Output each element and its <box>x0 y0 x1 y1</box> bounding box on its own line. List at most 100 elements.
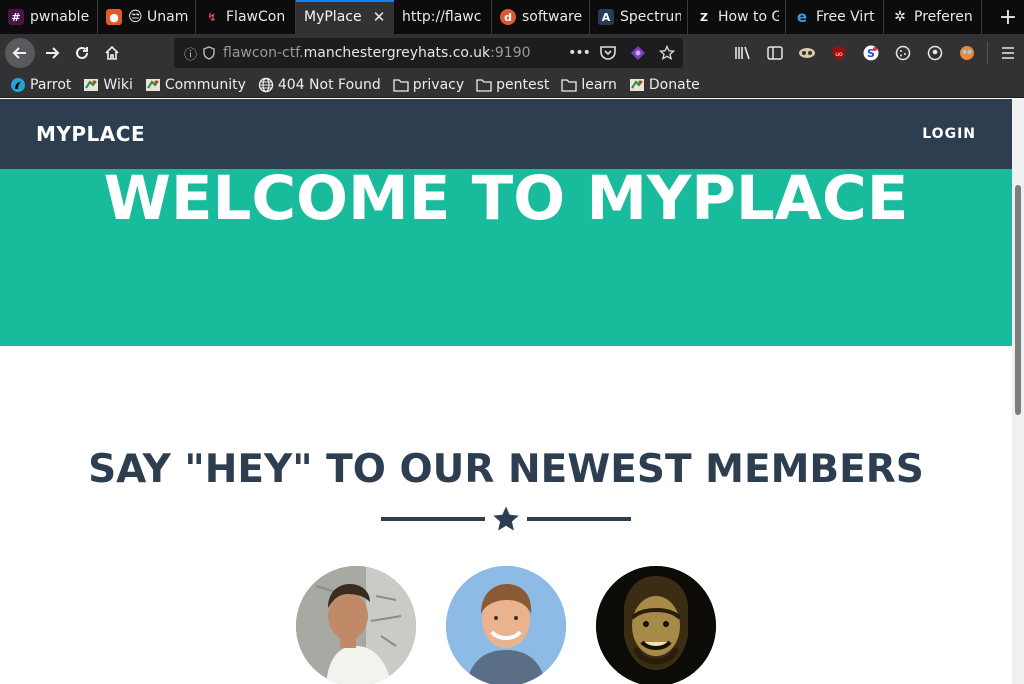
bookmark-404[interactable]: 404 Not Found <box>258 77 381 93</box>
tab-label: Preferen <box>914 9 973 25</box>
bookmark-label: learn <box>581 76 617 93</box>
hero-title: WELCOME TO MYPLACE <box>103 169 909 234</box>
url-domain: manchestergreyhats.co.uk <box>303 45 491 61</box>
member-avatar[interactable] <box>446 566 566 684</box>
tab-label: Free Virt <box>816 9 875 25</box>
ublock-button[interactable]: uo <box>823 38 855 68</box>
arrow-left-icon <box>12 47 26 59</box>
back-button[interactable] <box>5 38 35 68</box>
bookmark-label: Parrot <box>30 76 72 93</box>
bookmark-folder-privacy[interactable]: privacy <box>393 77 464 93</box>
z-icon: Z <box>700 10 708 24</box>
close-tab-icon[interactable]: ✕ <box>370 8 388 26</box>
url-text: flawcon-ctf.manchestergreyhats.co.uk:919… <box>223 45 531 61</box>
bookmark-icon <box>145 77 161 93</box>
toolbar-right: uo S <box>727 34 1024 72</box>
member-avatar[interactable] <box>296 566 416 684</box>
svg-text:uo: uo <box>835 51 843 58</box>
bookmark-wiki[interactable]: Wiki <box>83 76 133 93</box>
members-heading: SAY "HEY" TO OUR NEWEST MEMBERS <box>88 447 924 492</box>
bookmark-parrot[interactable]: Parrot <box>10 77 71 93</box>
duckduckgo-icon: d <box>500 9 516 25</box>
cookie-icon <box>895 45 911 61</box>
site-navbar: MYPLACE LOGIN <box>0 99 1012 169</box>
tab-label: Spectrum <box>620 9 681 25</box>
tab-pwnable[interactable]: # pwnable <box>0 0 98 34</box>
more-actions-icon[interactable]: ••• <box>565 45 593 61</box>
arrow-right-icon <box>46 47 60 59</box>
login-link[interactable]: LOGIN <box>922 126 976 142</box>
scrollbar-thumb[interactable] <box>1015 185 1021 415</box>
extension-s-button[interactable]: S <box>855 38 887 68</box>
library-button[interactable] <box>727 38 759 68</box>
page-scrollbar[interactable] <box>1012 99 1024 684</box>
bookmark-icon <box>629 77 645 93</box>
bookmark-community[interactable]: Community <box>145 77 246 93</box>
shield-icon[interactable] <box>203 46 215 60</box>
hash-icon: # <box>8 9 24 25</box>
ublock-icon: uo <box>833 46 845 60</box>
info-icon[interactable]: ⓘ <box>184 44 197 63</box>
account-icon <box>927 45 943 61</box>
extension-badge-icon[interactable] <box>630 45 646 61</box>
page-viewport: MYPLACE LOGIN WELCOME TO MYPLACE SAY "HE… <box>0 99 1012 684</box>
bookmark-icon <box>83 77 99 93</box>
tab-label: software <box>522 9 583 25</box>
member-avatars <box>0 566 1012 684</box>
pocket-icon[interactable] <box>600 46 616 60</box>
extension-eyes-icon <box>799 48 815 58</box>
url-actions: ••• <box>565 45 683 61</box>
shield-icon: ● <box>106 9 122 25</box>
bookmark-label: pentest <box>496 76 550 93</box>
tab-label: How to G <box>718 9 779 25</box>
reload-icon <box>76 46 88 59</box>
site-brand-link[interactable]: MYPLACE <box>36 122 145 146</box>
extension-fox-button[interactable] <box>951 38 983 68</box>
bookmark-folder-learn[interactable]: learn <box>561 76 617 93</box>
cookie-button[interactable] <box>887 38 919 68</box>
parrot-icon <box>10 77 26 93</box>
menu-button[interactable] <box>992 38 1024 68</box>
forward-button[interactable] <box>37 38 67 68</box>
tab-software[interactable]: d software <box>492 0 590 34</box>
home-button[interactable] <box>97 38 127 68</box>
new-tab-button[interactable]: + <box>992 0 1024 34</box>
bookmark-label: Wiki <box>103 76 133 93</box>
globe-icon <box>258 77 274 93</box>
tab-myplace[interactable]: MyPlace ✕ <box>296 0 394 34</box>
member-avatar[interactable] <box>596 566 716 684</box>
star-icon <box>493 506 519 531</box>
extension-1-button[interactable] <box>791 38 823 68</box>
folder-icon <box>393 77 409 93</box>
star-bookmark-icon[interactable] <box>659 45 675 61</box>
tab-preferences[interactable]: ✲ Preferen <box>884 0 982 34</box>
hero-masthead: WELCOME TO MYPLACE <box>0 169 1012 346</box>
reload-button[interactable] <box>67 38 97 68</box>
account-button[interactable] <box>919 38 951 68</box>
tab-http-flawc[interactable]: http://flawc <box>394 0 492 34</box>
bookmarks-toolbar: Parrot Wiki Community 404 Not Found priv… <box>0 72 1024 98</box>
tab-how-to[interactable]: Z How to G <box>688 0 786 34</box>
bookmark-donate[interactable]: Donate <box>629 77 700 93</box>
url-port: :9190 <box>490 45 531 61</box>
tab-bar: # pwnable ● 😒 Unam ↯ FlawCon MyPlace ✕ h… <box>0 0 1024 34</box>
tab-spectrum[interactable]: A Spectrum <box>590 0 688 34</box>
library-icon <box>735 46 750 60</box>
sidebar-icon <box>767 46 783 60</box>
extension-fox-icon <box>960 46 974 60</box>
tab-unam[interactable]: ● 😒 Unam <box>98 0 196 34</box>
extension-s-icon: S <box>863 45 879 61</box>
tab-flawcon[interactable]: ↯ FlawCon <box>196 0 296 34</box>
divider-line-right <box>527 517 631 521</box>
url-bar[interactable]: ⓘ flawcon-ctf.manchestergreyhats.co.uk:9… <box>174 38 683 68</box>
bookmark-folder-pentest[interactable]: pentest <box>476 77 549 93</box>
sidebar-button[interactable] <box>759 38 791 68</box>
tab-label: http://flawc <box>402 9 482 25</box>
bookmark-label: Community <box>164 76 246 93</box>
member-photo <box>446 566 566 684</box>
tab-free-virt[interactable]: e Free Virt <box>786 0 884 34</box>
toolbar-divider <box>987 42 988 64</box>
tab-label: pwnable <box>30 9 90 25</box>
tab-label: MyPlace <box>304 9 362 25</box>
tab-label: 😒 Unam <box>128 9 189 25</box>
